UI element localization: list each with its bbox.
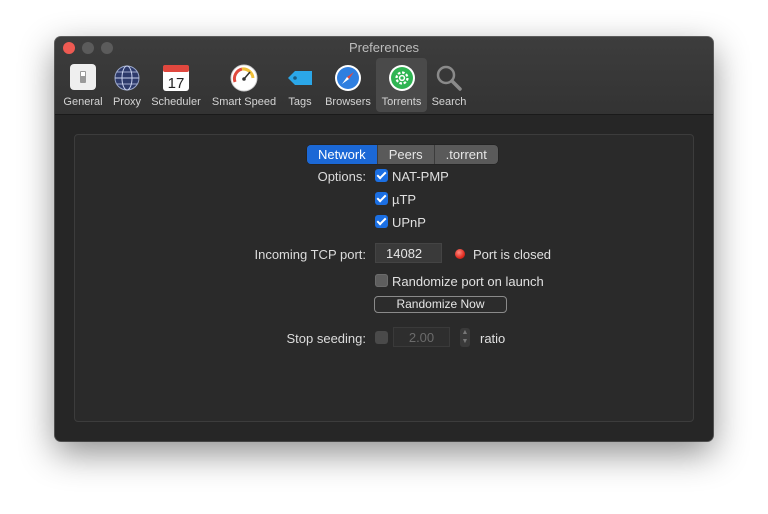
- toolbar-item-browsers[interactable]: Browsers: [321, 58, 375, 112]
- speedometer-icon: [230, 64, 258, 92]
- toolbar-label-general: General: [63, 96, 103, 108]
- ratio-label: ratio: [480, 331, 506, 346]
- preferences-content: Network Peers .torrent Options: NAT-PMP …: [55, 115, 713, 441]
- port-status-indicator: [455, 249, 465, 259]
- randomize-port-label[interactable]: Randomize port on launch: [392, 274, 544, 289]
- toolbar-item-smart-speed[interactable]: Smart Speed: [208, 58, 280, 112]
- toolbar-label-smart-speed: Smart Speed: [211, 96, 277, 108]
- torrents-tab-bar: Network Peers .torrent: [307, 145, 498, 164]
- nat-pmp-checkbox[interactable]: [375, 169, 388, 182]
- seed-ratio-stepper[interactable]: ▲ ▼: [460, 328, 470, 347]
- calendar-day: 17: [168, 75, 185, 92]
- seed-ratio-field[interactable]: 2.00: [393, 327, 450, 347]
- toolbar-item-torrents[interactable]: Torrents: [376, 58, 427, 112]
- toolbar-label-browsers: Browsers: [325, 96, 371, 108]
- incoming-port-label: Incoming TCP port:: [254, 247, 366, 262]
- window-title: Preferences: [348, 40, 420, 55]
- toolbar-label-scheduler: Scheduler: [151, 96, 201, 108]
- torrents-panel: Network Peers .torrent Options: NAT-PMP …: [74, 134, 694, 422]
- calendar-icon: 17: [163, 65, 189, 92]
- utp-label[interactable]: µTP: [392, 192, 416, 207]
- tag-icon: [288, 71, 312, 85]
- nat-pmp-label[interactable]: NAT-PMP: [392, 169, 449, 184]
- toolbar-item-general[interactable]: General: [59, 58, 107, 112]
- toolbar-item-scheduler[interactable]: 17 Scheduler: [149, 58, 203, 112]
- toolbar-item-search[interactable]: Search: [429, 58, 469, 112]
- upnp-checkbox[interactable]: [375, 215, 388, 228]
- stop-seeding-label: Stop seeding:: [286, 331, 366, 346]
- tab-network[interactable]: Network: [307, 145, 378, 164]
- toolbar-label-torrents: Torrents: [381, 96, 422, 108]
- utp-checkbox[interactable]: [375, 192, 388, 205]
- preferences-window: Preferences General Proxy 17 Scheduler S…: [55, 37, 713, 441]
- toolbar-item-tags[interactable]: Tags: [283, 58, 317, 112]
- stop-seeding-checkbox[interactable]: [375, 331, 388, 344]
- randomize-port-checkbox[interactable]: [375, 274, 388, 287]
- tab-peers[interactable]: Peers: [378, 145, 435, 164]
- toolbar-item-proxy[interactable]: Proxy: [109, 58, 145, 112]
- toolbar-label-search: Search: [431, 96, 467, 108]
- port-status-text: Port is closed: [473, 247, 552, 262]
- compass-icon: [335, 65, 361, 91]
- tab-torrent[interactable]: .torrent: [435, 145, 498, 164]
- toolbar-label-proxy: Proxy: [112, 96, 142, 108]
- gear-torrent-icon: [388, 65, 415, 91]
- toolbar: Preferences General Proxy 17 Scheduler S…: [55, 37, 713, 115]
- magnifier-icon: [436, 65, 462, 91]
- general-switch-icon: [70, 64, 96, 90]
- options-label: Options:: [317, 169, 366, 184]
- toolbar-label-tags: Tags: [288, 96, 312, 108]
- incoming-port-field[interactable]: 14082: [375, 243, 442, 263]
- globe-icon: [114, 65, 140, 91]
- randomize-now-button[interactable]: Randomize Now: [374, 296, 507, 313]
- upnp-label[interactable]: UPnP: [392, 215, 426, 230]
